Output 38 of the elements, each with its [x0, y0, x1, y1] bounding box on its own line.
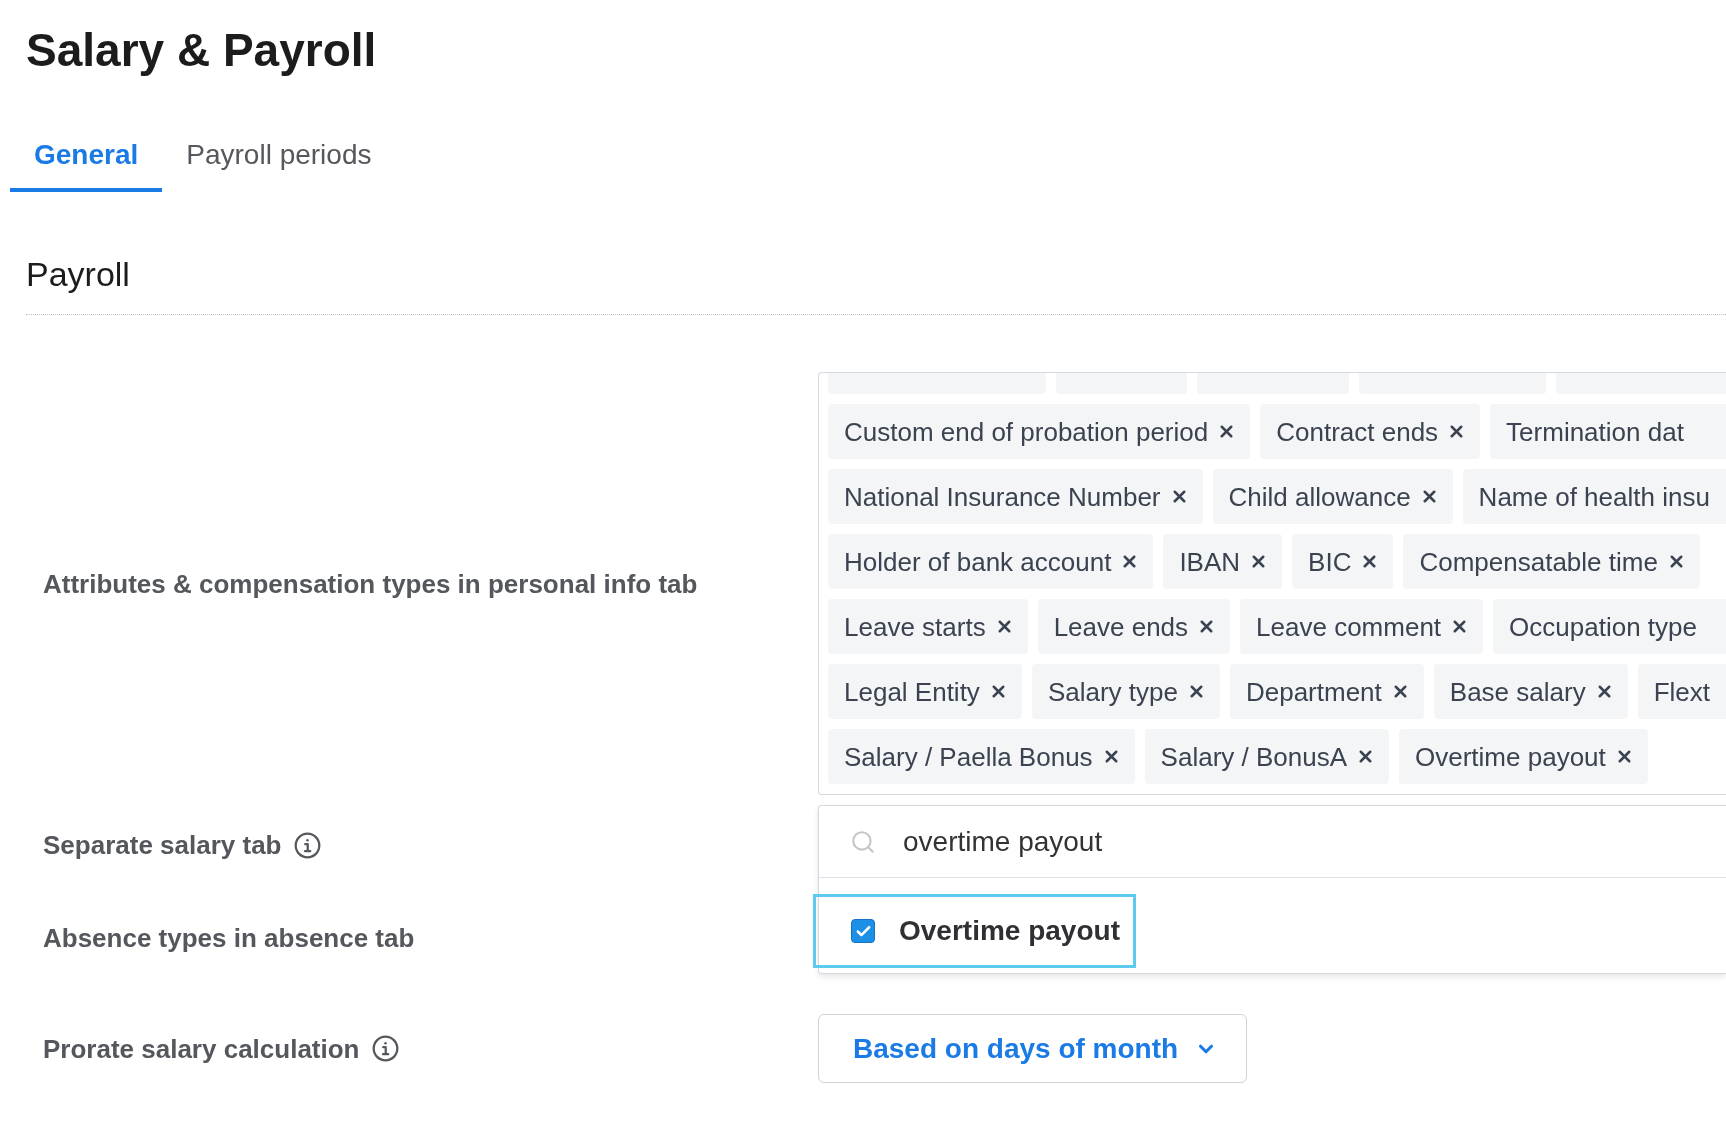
tag-label: Salary type	[1047, 676, 1178, 707]
tag-label: Leave starts	[844, 611, 986, 642]
tag-label: Occupation type	[1509, 611, 1697, 642]
tag-label: Legal Entity	[844, 676, 980, 707]
tag-label: Holder of bank account	[844, 546, 1112, 577]
setting-label: Prorate salary calculation	[43, 1032, 360, 1065]
tag-label: Name of health insu	[1478, 481, 1710, 512]
tag-label: Salary / Paella Bonus	[844, 741, 1093, 772]
checkbox[interactable]	[851, 919, 875, 943]
info-icon[interactable]	[294, 831, 322, 859]
tag-label: Contract ends	[1276, 416, 1439, 447]
tag-label: Custom end of probation period	[844, 416, 1209, 447]
tag-label: Leave comment	[1256, 611, 1442, 642]
tag-label: Base salary	[1449, 676, 1586, 707]
tag-label: Termination dat	[1506, 416, 1684, 447]
setting-label: Absence types in absence tab	[43, 922, 415, 954]
tag-input-box[interactable]	[818, 372, 1726, 795]
select-dropdown[interactable]: Based on days of month	[818, 1014, 1247, 1083]
tag-label: Compensatable time	[1419, 546, 1658, 577]
tag-label: Department	[1245, 676, 1382, 707]
search-field[interactable]: overtime payout	[903, 824, 1726, 859]
search-icon	[850, 828, 876, 855]
dropdown-option[interactable]: Overtime payout	[813, 894, 1136, 968]
section-title: Payroll	[26, 254, 131, 294]
tag-label: Child allowance	[1228, 481, 1411, 512]
info-icon[interactable]	[372, 1035, 400, 1062]
tag-label: Overtime payout	[1415, 741, 1606, 772]
tag-label: National Insurance Number	[844, 481, 1161, 512]
tag-label: Leave ends	[1053, 611, 1189, 642]
tag-label: Flext	[1653, 676, 1710, 707]
tab[interactable]: Payroll periods	[162, 117, 396, 192]
tag-label: BIC	[1308, 546, 1352, 577]
page-title: Salary & Payroll	[26, 23, 378, 77]
tag-label: IBAN	[1179, 546, 1241, 577]
tag-label: Salary / BonusA	[1160, 741, 1348, 772]
tab[interactable]: General	[10, 117, 163, 192]
setting-label: Separate salary tab	[43, 829, 282, 861]
setting-label: Attributes & compensation types in personal info tab	[43, 568, 698, 599]
